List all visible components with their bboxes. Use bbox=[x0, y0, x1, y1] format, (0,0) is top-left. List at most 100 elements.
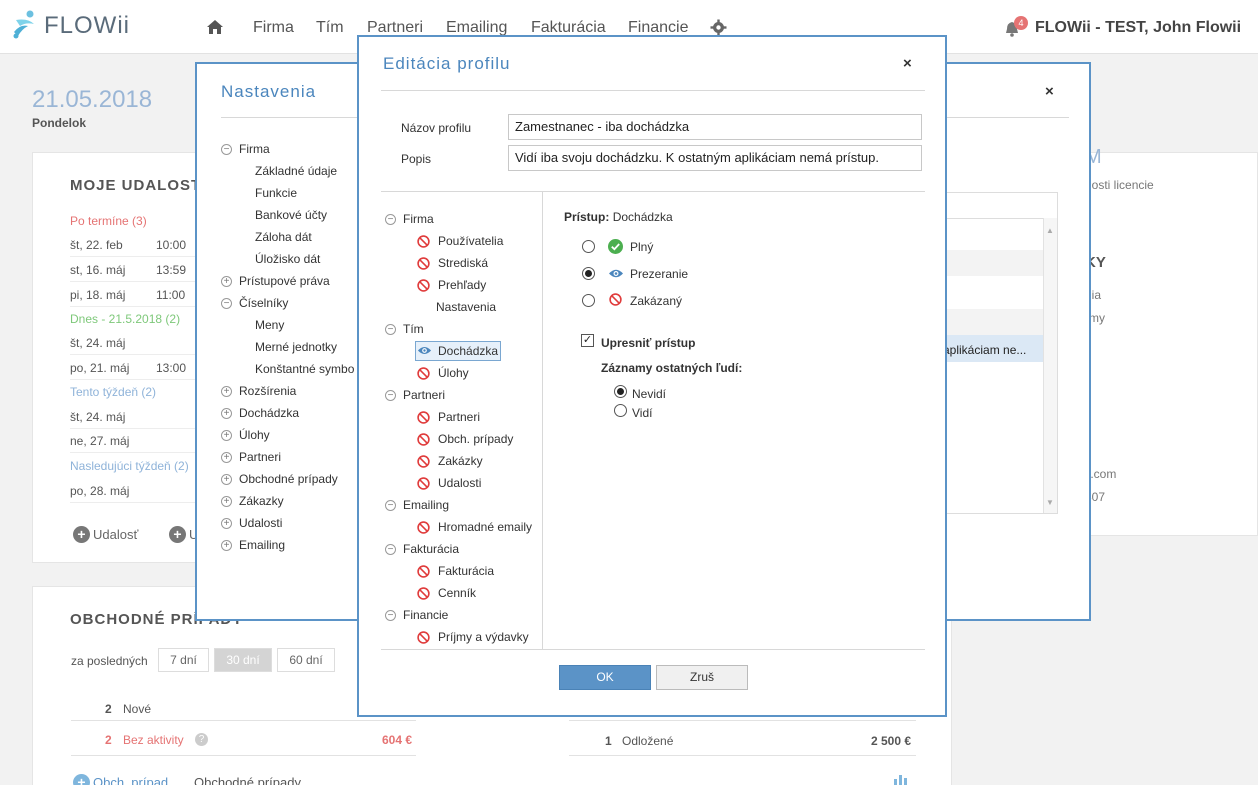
close-icon[interactable]: × bbox=[1045, 83, 1054, 100]
tree-item[interactable]: Dochádzka bbox=[438, 344, 498, 358]
events-week-header[interactable]: Tento týždeň (2) bbox=[70, 381, 156, 403]
access-denied-radio[interactable] bbox=[582, 294, 595, 307]
settings-tree-item[interactable]: Emailing bbox=[239, 538, 285, 552]
expand-icon[interactable]: + bbox=[221, 408, 232, 419]
ok-button[interactable]: OK bbox=[559, 665, 651, 690]
grid-row[interactable] bbox=[945, 309, 1043, 335]
event-row[interactable]: st, 16. máj 13:59 bbox=[70, 258, 210, 282]
expand-icon[interactable]: + bbox=[221, 276, 232, 287]
tree-group[interactable]: Fakturácia bbox=[403, 542, 459, 556]
expand-icon[interactable]: + bbox=[221, 452, 232, 463]
expand-icon[interactable]: + bbox=[221, 518, 232, 529]
settings-tree-item[interactable]: Prístupové práva bbox=[239, 274, 330, 288]
event-row[interactable]: pi, 18. máj 11:00 bbox=[70, 283, 210, 307]
collapse-icon[interactable]: − bbox=[385, 610, 396, 621]
settings-tree-item[interactable]: Udalosti bbox=[239, 516, 282, 530]
deals-postponed-label[interactable]: Odložené bbox=[622, 734, 673, 748]
tree-item[interactable]: Príjmy a výdavky bbox=[438, 630, 529, 644]
events-next-week-header[interactable]: Nasledujúci týždeň (2) bbox=[70, 455, 189, 477]
event-row[interactable]: št, 22. feb 10:00 bbox=[70, 233, 210, 257]
settings-tree-item[interactable]: Bankové účty bbox=[255, 208, 327, 222]
settings-tree-item[interactable]: Zákazky bbox=[239, 494, 284, 508]
notification-badge[interactable]: 4 bbox=[1014, 16, 1028, 30]
add-task-button[interactable]: + U bbox=[169, 526, 198, 543]
settings-tree-item[interactable]: Funkcie bbox=[255, 186, 297, 200]
settings-tree-item[interactable]: Rozšírenia bbox=[239, 384, 296, 398]
settings-tree-item[interactable]: Dochádzka bbox=[239, 406, 299, 420]
user-name[interactable]: FLOWii - TEST, John Flowii bbox=[1035, 19, 1241, 37]
tree-item[interactable]: Zakázky bbox=[438, 454, 483, 468]
scroll-up-icon[interactable]: ▲ bbox=[1046, 226, 1054, 235]
deals-new-label[interactable]: Nové bbox=[123, 702, 151, 716]
event-row[interactable]: po, 28. máj bbox=[70, 479, 210, 503]
expand-icon[interactable]: + bbox=[221, 474, 232, 485]
tree-group[interactable]: Emailing bbox=[403, 498, 449, 512]
settings-tree-item[interactable]: Číselníky bbox=[239, 296, 288, 310]
tree-item[interactable]: Strediská bbox=[438, 256, 488, 270]
deals-link[interactable]: Obchodné prípady bbox=[194, 775, 301, 785]
tree-item[interactable]: Používatelia bbox=[438, 234, 503, 248]
logo-text[interactable]: FLOWii bbox=[44, 12, 130, 40]
settings-tree-item[interactable]: Záloha dát bbox=[255, 230, 312, 244]
collapse-icon[interactable]: − bbox=[385, 324, 396, 335]
collapse-icon[interactable]: − bbox=[385, 390, 396, 401]
access-view-radio[interactable] bbox=[582, 267, 595, 280]
scroll-down-icon[interactable]: ▼ bbox=[1046, 498, 1054, 507]
tree-item[interactable]: Nastavenia bbox=[436, 300, 496, 314]
settings-tree-item[interactable]: Konštantné symbo bbox=[255, 362, 354, 376]
scrollbar[interactable] bbox=[1043, 218, 1057, 513]
events-overdue-header[interactable]: Po termíne (3) bbox=[70, 210, 147, 232]
add-deal-button[interactable]: + Obch. prípad bbox=[73, 774, 168, 785]
license-text[interactable]: nosti licencie bbox=[1085, 178, 1154, 192]
collapse-icon[interactable]: − bbox=[221, 298, 232, 309]
access-full-label[interactable]: Plný bbox=[630, 240, 653, 254]
tree-item[interactable]: Fakturácia bbox=[438, 564, 494, 578]
add-event-button[interactable]: + Udalosť bbox=[73, 526, 138, 543]
profile-name-input[interactable]: Zamestnanec - iba dochádzka bbox=[508, 114, 922, 140]
tree-item[interactable]: Obch. prípady bbox=[438, 432, 513, 446]
settings-tree-item[interactable]: Úložisko dát bbox=[255, 252, 320, 266]
tree-item[interactable]: Hromadné emaily bbox=[438, 520, 532, 534]
range-30-button[interactable]: 30 dní bbox=[214, 648, 272, 672]
collapse-icon[interactable]: − bbox=[385, 500, 396, 511]
tree-item[interactable]: Partneri bbox=[438, 410, 480, 424]
range-60-button[interactable]: 60 dní bbox=[277, 648, 335, 672]
settings-tree-item[interactable]: Merné jednotky bbox=[255, 340, 337, 354]
others-hidden-label[interactable]: Nevidí bbox=[632, 387, 666, 401]
tree-group[interactable]: Partneri bbox=[403, 388, 445, 402]
expand-icon[interactable]: + bbox=[221, 540, 232, 551]
settings-tree-item[interactable]: Partneri bbox=[239, 450, 281, 464]
event-row[interactable]: po, 21. máj 13:00 bbox=[70, 356, 210, 380]
nav-firma[interactable]: Firma bbox=[253, 19, 294, 37]
collapse-icon[interactable]: − bbox=[385, 214, 396, 225]
tree-item[interactable]: Prehľady bbox=[438, 278, 486, 292]
refine-access-checkbox[interactable]: ✓ bbox=[581, 334, 594, 347]
expand-icon[interactable]: + bbox=[221, 430, 232, 441]
events-today-header[interactable]: Dnes - 21.5.2018 (2) bbox=[70, 308, 180, 330]
grid-row[interactable] bbox=[945, 250, 1043, 276]
access-view-label[interactable]: Prezeranie bbox=[630, 267, 688, 281]
expand-icon[interactable]: + bbox=[221, 496, 232, 507]
deals-inactive-label[interactable]: Bez aktivity bbox=[123, 733, 184, 747]
close-icon[interactable]: × bbox=[903, 55, 912, 72]
expand-icon[interactable]: + bbox=[221, 386, 232, 397]
home-icon[interactable] bbox=[206, 19, 224, 35]
nav-tim[interactable]: Tím bbox=[316, 19, 344, 37]
tree-item[interactable]: Úlohy bbox=[438, 366, 469, 380]
flowii-logo-icon[interactable] bbox=[12, 10, 38, 40]
event-row[interactable]: ne, 27. máj bbox=[70, 429, 210, 453]
settings-tree-item[interactable]: Firma bbox=[239, 142, 270, 156]
gear-icon[interactable] bbox=[710, 19, 727, 36]
others-visible-radio[interactable] bbox=[614, 404, 627, 417]
settings-tree-item[interactable]: Základné údaje bbox=[255, 164, 337, 178]
tree-group[interactable]: Firma bbox=[403, 212, 434, 226]
tree-item[interactable]: Udalosti bbox=[438, 476, 481, 490]
collapse-icon[interactable]: − bbox=[221, 144, 232, 155]
collapse-icon[interactable]: − bbox=[385, 544, 396, 555]
others-visible-label[interactable]: Vidí bbox=[632, 406, 652, 420]
cancel-button[interactable]: Zruš bbox=[656, 665, 748, 690]
tree-item[interactable]: Cenník bbox=[438, 586, 476, 600]
tree-group[interactable]: Tím bbox=[403, 322, 424, 336]
bar-chart-icon[interactable] bbox=[893, 775, 909, 785]
refine-access-label[interactable]: Upresniť prístup bbox=[601, 336, 695, 350]
